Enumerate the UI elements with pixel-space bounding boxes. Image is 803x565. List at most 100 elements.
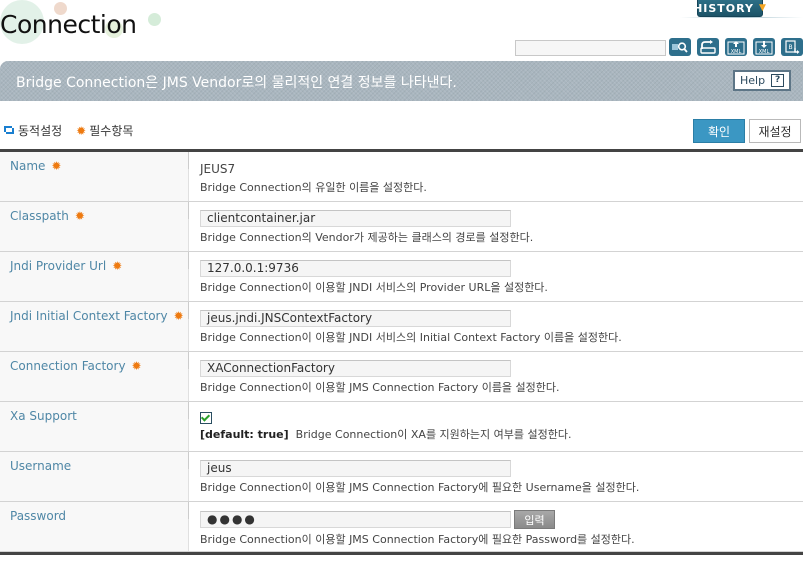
form-row-xa-support: Xa Support [default: true] Bridge Connect… [0, 402, 803, 452]
xml-export-button[interactable]: XML [725, 38, 747, 56]
divider [188, 302, 189, 319]
required-star-icon: ✹ [76, 123, 87, 138]
password-enter-button[interactable]: 입력 [514, 510, 555, 529]
field-description: Bridge Connection의 유일한 이름을 설정한다. [200, 181, 427, 194]
divider [188, 452, 189, 469]
history-tab-area: HISTORY ▼ [680, 0, 803, 18]
divider [188, 352, 189, 369]
field-description: Bridge Connection이 이용할 JMS Connection Fa… [200, 381, 560, 394]
divider [188, 252, 189, 269]
required-star-icon: ✹ [112, 259, 123, 273]
history-label: HISTORY [693, 1, 754, 15]
classpath-input[interactable]: clientcontainer.jar [200, 210, 511, 227]
divider [680, 17, 803, 18]
field-value-cell: ●●●● 입력 Bridge Connection이 이용할 JMS Conne… [189, 502, 803, 551]
default-note: [default: true] [200, 428, 289, 441]
legend-required: ✹ 필수항목 [76, 122, 133, 139]
field-value-cell: [default: true] Bridge Connection이 XA를 지원… [189, 402, 803, 451]
required-star-icon: ✹ [51, 159, 62, 173]
field-label: Password [0, 502, 189, 551]
xa-support-checkbox[interactable] [200, 412, 212, 424]
xml-import-icon: XML [755, 40, 773, 55]
field-label-text: Password [10, 509, 67, 523]
field-description: Bridge Connection의 Vendor가 제공하는 클래스의 경로를… [200, 231, 534, 244]
field-description: Bridge Connection이 이용할 JMS Connection Fa… [200, 533, 635, 546]
field-label: Connection Factory ✹ [0, 352, 189, 401]
history-button[interactable]: HISTORY ▼ [693, 0, 766, 17]
decorative-circle [148, 13, 161, 26]
field-value-cell: JEUS7 Bridge Connection의 유일한 이름을 설정한다. [189, 152, 803, 201]
form-row-jndi-provider-url: Jndi Provider Url ✹ 127.0.0.1:9736 Bridge… [0, 252, 803, 302]
field-label: Jndi Provider Url ✹ [0, 252, 189, 301]
reset-button[interactable]: 재설정 [749, 119, 801, 143]
form-row-username: Username jeus Bridge Connection이 이용할 JMS… [0, 452, 803, 502]
field-label-text: Jndi Provider Url [10, 259, 107, 273]
xml-import-button[interactable]: XML [753, 38, 775, 56]
divider [188, 152, 189, 169]
script-export-button[interactable]: B [781, 38, 803, 56]
banner-description: Bridge Connection은 JMS Vendor로의 물리적인 연결 … [16, 75, 457, 91]
divider [188, 502, 189, 519]
form-row-name: Name ✹ JEUS7 Bridge Connection의 유일한 이름을 설… [0, 152, 803, 202]
script-export-icon: B [783, 39, 801, 55]
legend-dynamic: 동적설정 [3, 122, 62, 139]
legend-required-label: 필수항목 [89, 124, 134, 138]
field-label: Xa Support [0, 402, 189, 451]
confirm-button[interactable]: 확인 [693, 119, 745, 143]
field-label-text: Connection Factory [10, 359, 126, 373]
field-value-cell: jeus.jndi.JNSContextFactory Bridge Conne… [189, 302, 803, 351]
xml-export-icon: XML [727, 40, 745, 55]
form-row-password: Password ●●●● 입력 Bridge Connection이 이용할 … [0, 502, 803, 552]
page-title: Connection [0, 10, 137, 39]
divider [188, 402, 189, 419]
refresh-icon [699, 40, 717, 54]
svg-text:B: B [788, 44, 792, 51]
form-row-connection-factory: Connection Factory ✹ XAConnectionFactory … [0, 352, 803, 402]
field-label: Classpath ✹ [0, 202, 189, 251]
field-label-text: Name [10, 159, 46, 173]
chevron-down-icon: ▼ [759, 3, 767, 13]
field-label: Name ✹ [0, 152, 189, 201]
field-description: Bridge Connection이 이용할 JNDI 서비스의 Initial… [200, 331, 622, 344]
field-label-text: Xa Support [10, 409, 77, 423]
dynamic-setting-icon [3, 124, 15, 138]
password-line: ●●●● 입력 [200, 510, 803, 529]
field-label: Username [0, 452, 189, 501]
field-value-cell: jeus Bridge Connection이 이용할 JMS Connecti… [189, 452, 803, 501]
field-description: Bridge Connection이 이용할 JMS Connection Fa… [200, 481, 640, 494]
help-button[interactable]: Help ? [733, 70, 792, 91]
password-input[interactable]: ●●●● [200, 511, 511, 528]
username-input[interactable]: jeus [200, 460, 511, 477]
legend-dynamic-label: 동적설정 [18, 124, 63, 138]
name-value: JEUS7 [200, 162, 236, 176]
connection-form: Name ✹ JEUS7 Bridge Connection의 유일한 이름을 설… [0, 149, 803, 555]
connection-factory-input[interactable]: XAConnectionFactory [200, 360, 511, 377]
legend: 동적설정 ✹ 필수항목 [3, 122, 147, 139]
help-label: Help [740, 74, 766, 87]
required-star-icon: ✹ [131, 359, 142, 373]
jndi-provider-url-input[interactable]: 127.0.0.1:9736 [200, 260, 511, 277]
field-description-text: Bridge Connection이 XA를 지원하는지 여부를 설정한다. [295, 428, 572, 441]
divider [188, 202, 189, 219]
field-label: Jndi Initial Context Factory ✹ [0, 302, 189, 351]
refresh-button[interactable] [697, 38, 719, 56]
field-value-cell: clientcontainer.jar Bridge Connection의 V… [189, 202, 803, 251]
question-icon: ? [771, 74, 785, 87]
description-banner: Bridge Connection은 JMS Vendor로의 물리적인 연결 … [0, 61, 803, 101]
field-description: [default: true] Bridge Connection이 XA를 지원… [200, 426, 803, 442]
required-star-icon: ✹ [74, 209, 85, 223]
svg-text:XML: XML [759, 49, 770, 55]
form-row-jndi-initial-context-factory: Jndi Initial Context Factory ✹ jeus.jndi.… [0, 302, 803, 352]
svg-text:XML: XML [731, 49, 742, 55]
required-star-icon: ✹ [173, 309, 184, 323]
field-label-text: Jndi Initial Context Factory [10, 309, 168, 323]
form-row-classpath: Classpath ✹ clientcontainer.jar Bridge Co… [0, 202, 803, 252]
search-icon [671, 41, 689, 53]
field-value-cell: 127.0.0.1:9736 Bridge Connection이 이용할 JN… [189, 252, 803, 301]
search-input[interactable] [515, 40, 666, 56]
field-label-text: Username [10, 459, 72, 473]
jndi-initial-context-factory-input[interactable]: jeus.jndi.JNSContextFactory [200, 310, 511, 327]
field-description: Bridge Connection이 이용할 JNDI 서비스의 Provide… [200, 281, 548, 294]
search-button[interactable] [669, 38, 691, 56]
field-label-text: Classpath [10, 209, 69, 223]
